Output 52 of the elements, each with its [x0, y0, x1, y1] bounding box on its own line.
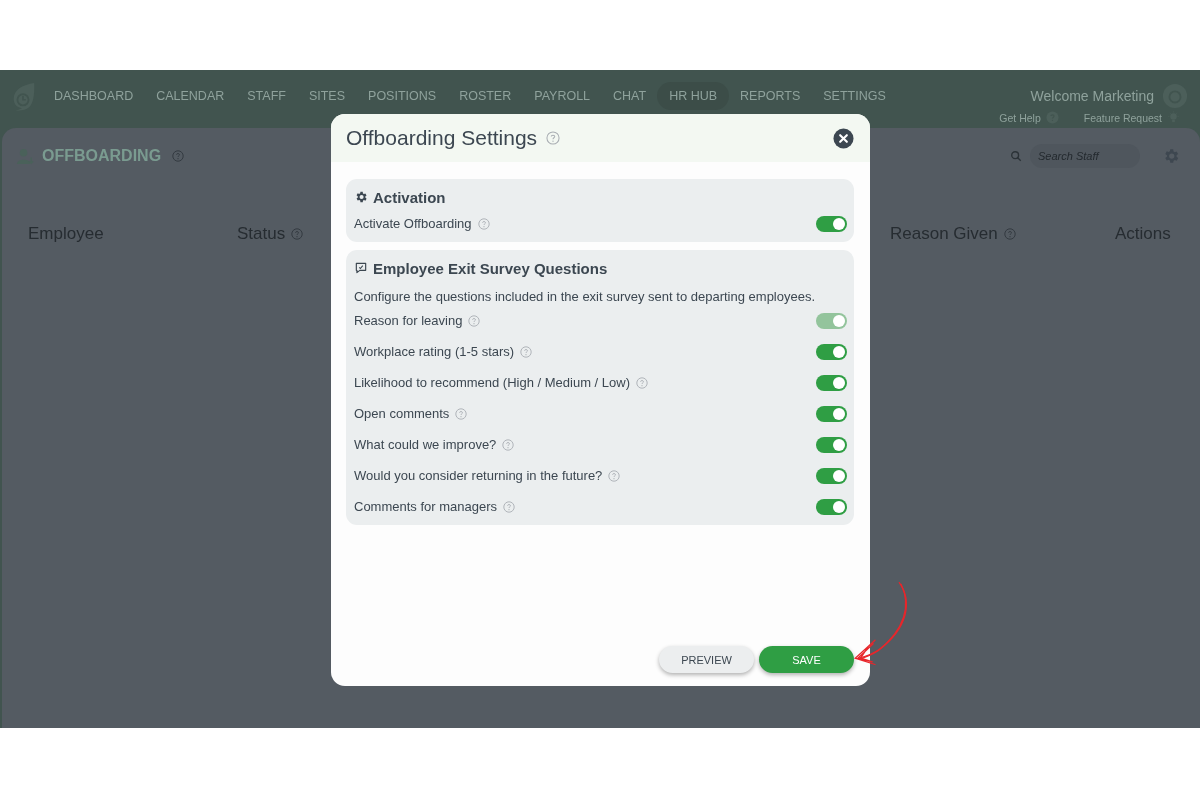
toggle-switch[interactable] — [816, 215, 847, 232]
page-title: OFFBOARDING — [42, 147, 162, 165]
header-link[interactable]: Feature Request — [1083, 111, 1162, 124]
help-icon[interactable] — [502, 438, 515, 451]
section-title: Activation — [373, 188, 446, 206]
comment-icon — [354, 261, 368, 275]
help-icon[interactable] — [636, 376, 648, 389]
help-icon[interactable] — [608, 469, 621, 482]
nav-tab[interactable]: SITES — [308, 89, 346, 103]
help-icon[interactable] — [1003, 228, 1016, 240]
save-button[interactable]: SAVE — [759, 646, 854, 673]
help-icon[interactable] — [291, 228, 304, 240]
help-icon[interactable] — [455, 407, 468, 420]
toggle-switch[interactable] — [816, 374, 847, 391]
nav-tab[interactable]: STAFF — [247, 89, 286, 103]
search-icon — [1010, 150, 1022, 162]
help-icon[interactable] — [546, 131, 561, 145]
nav-tab[interactable]: DASHBOARD — [54, 89, 134, 103]
setting-label: Open comments — [354, 406, 450, 421]
nav-tab[interactable]: CALENDAR — [156, 89, 225, 103]
setting-label: Activate Offboarding — [354, 216, 472, 231]
section-description: Configure the questions included in the exit survey sent to departing employees. — [354, 289, 817, 304]
help-icon[interactable] — [477, 217, 490, 230]
close-icon[interactable] — [833, 127, 854, 149]
help-icon[interactable] — [172, 150, 185, 162]
setting-label: Comments for managers — [354, 499, 498, 514]
toggle-switch[interactable] — [816, 405, 847, 422]
toggle-switch[interactable] — [816, 467, 847, 484]
welcome-text: Welcome Marketing — [1030, 88, 1154, 104]
setting-label: Likelihood to recommend (High / Medium / Low) — [354, 375, 630, 390]
setting-label: Reason for leaving — [354, 313, 463, 328]
nav-tab[interactable]: CHAT — [613, 89, 647, 103]
nav-tab[interactable]: REPORTS — [740, 89, 801, 103]
setting-label: What could we improve? — [354, 437, 497, 452]
preview-button[interactable]: PREVIEW — [659, 646, 754, 673]
header-link[interactable]: Get Help — [999, 111, 1041, 124]
dialog-title: Offboarding Settings — [346, 126, 538, 150]
nav-tab[interactable]: SETTINGS — [823, 89, 886, 103]
nav-tab[interactable]: POSITIONS — [368, 89, 437, 103]
toggle-switch[interactable] — [816, 436, 847, 453]
nav-tab[interactable]: PAYROLL — [534, 89, 591, 103]
setting-label: Workplace rating (1-5 stars) — [354, 344, 515, 359]
setting-label: Would you consider returning in the future? — [354, 468, 603, 483]
help-icon[interactable] — [468, 314, 481, 327]
gear-icon — [354, 190, 368, 204]
nav-tab[interactable]: ROSTER — [459, 89, 512, 103]
help-icon[interactable] — [520, 345, 533, 358]
toggle-switch[interactable] — [816, 498, 847, 515]
section-title: Employee Exit Survey Questions — [373, 259, 608, 277]
help-icon[interactable] — [503, 500, 516, 513]
toggle-switch[interactable] — [816, 343, 847, 360]
nav-tab[interactable]: HR HUB — [657, 82, 730, 110]
